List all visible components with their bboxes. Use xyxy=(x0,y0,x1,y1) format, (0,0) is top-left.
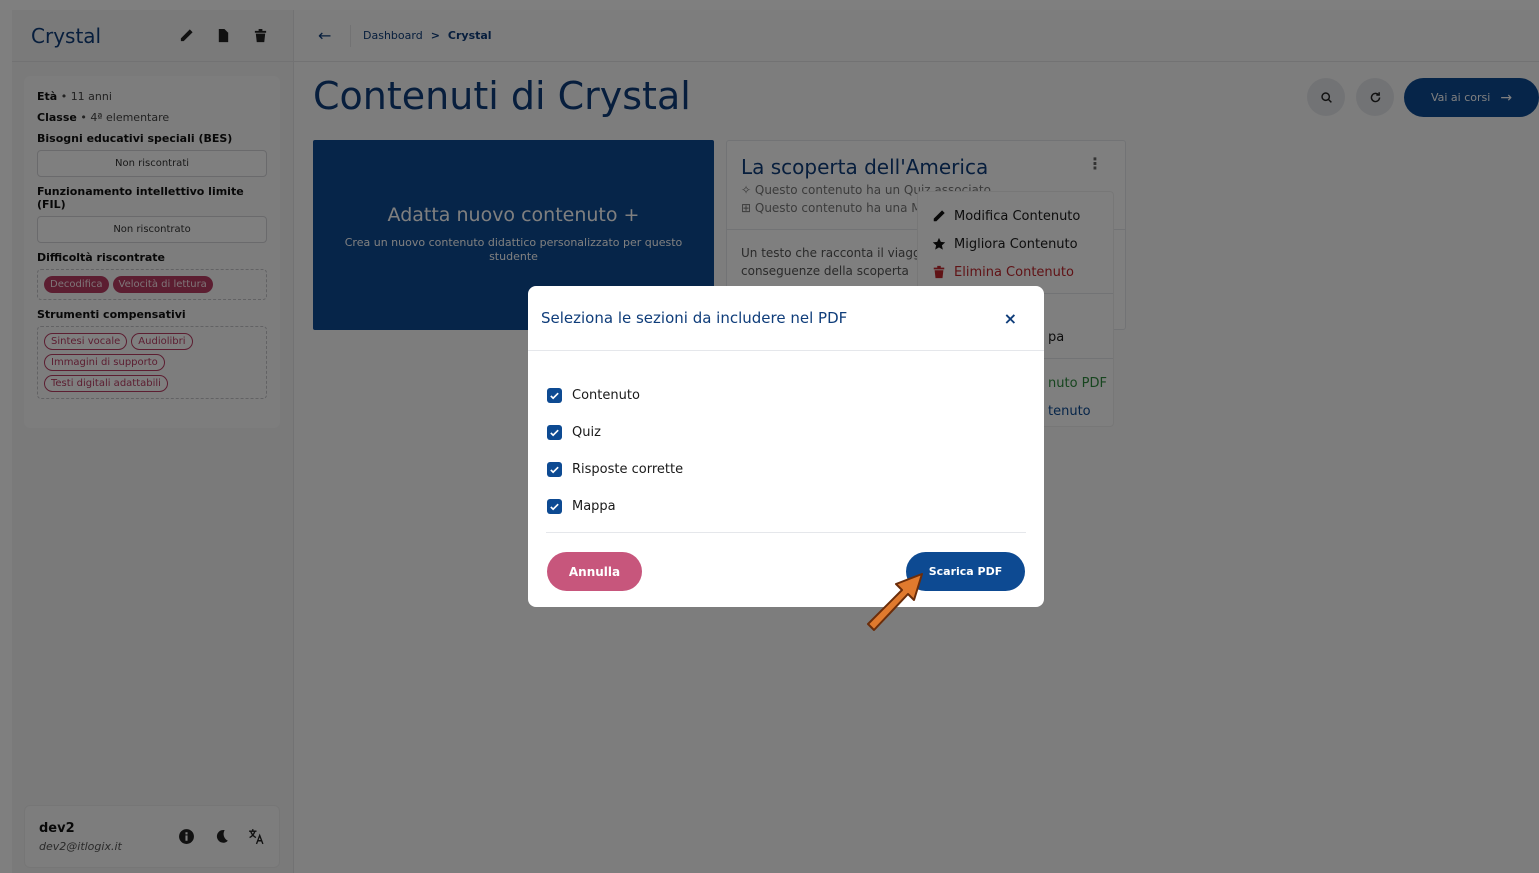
close-icon[interactable]: × xyxy=(1004,309,1017,328)
option-label: Contenuto xyxy=(572,388,640,403)
option-label: Mappa xyxy=(572,499,616,514)
annotation-arrow-icon xyxy=(867,573,923,631)
option-contenuto[interactable]: Contenuto xyxy=(547,377,1025,414)
option-label: Risposte corrette xyxy=(572,462,684,477)
option-quiz[interactable]: Quiz xyxy=(547,414,1025,451)
divider xyxy=(546,532,1026,533)
checkbox-checked-icon[interactable] xyxy=(547,425,562,440)
checkbox-checked-icon[interactable] xyxy=(547,499,562,514)
option-risposte-corrette[interactable]: Risposte corrette xyxy=(547,451,1025,488)
option-mappa[interactable]: Mappa xyxy=(547,488,1025,525)
checkbox-checked-icon[interactable] xyxy=(547,462,562,477)
sections-list: Contenuto Quiz Risposte corrette Mappa xyxy=(528,351,1044,525)
pdf-sections-modal: Seleziona le sezioni da includere nel PD… xyxy=(528,286,1044,607)
modal-title: Seleziona le sezioni da includere nel PD… xyxy=(541,309,848,327)
modal-header: Seleziona le sezioni da includere nel PD… xyxy=(528,286,1044,351)
checkbox-checked-icon[interactable] xyxy=(547,388,562,403)
option-label: Quiz xyxy=(572,425,601,440)
cancel-button[interactable]: Annulla xyxy=(547,552,642,591)
